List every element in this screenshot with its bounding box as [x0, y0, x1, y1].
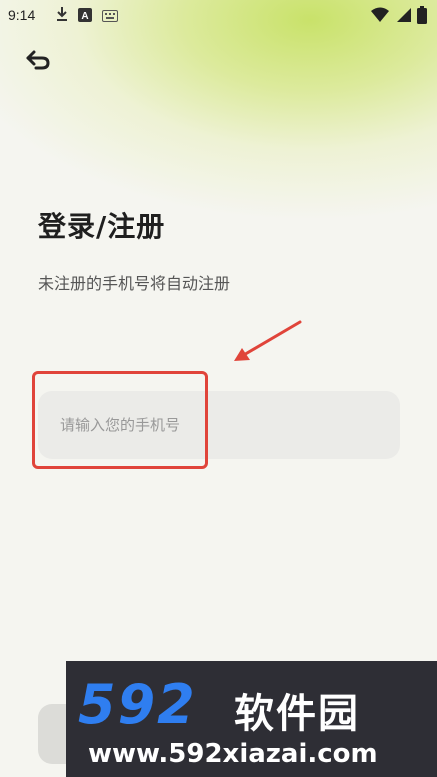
back-button[interactable]: [24, 50, 52, 74]
keyboard-icon: [102, 7, 118, 26]
svg-text:A: A: [81, 11, 88, 22]
watermark-number: 592: [78, 673, 197, 736]
watermark-site-name: 软件园: [234, 691, 360, 737]
status-icons-left: A: [56, 6, 118, 26]
back-arrow-icon: [24, 49, 52, 75]
header-gradient-background: [0, 0, 437, 300]
battery-icon: [417, 6, 427, 28]
status-bar: 9:14 A: [0, 0, 437, 32]
keyboard-badge-icon: A: [78, 7, 92, 26]
page-title: 登录/注册: [38, 210, 166, 243]
annotation-highlight-box: [32, 371, 208, 469]
watermark-url: www.592xiazai.com: [88, 739, 378, 769]
status-icons-right: [371, 6, 427, 28]
wifi-icon: [371, 7, 389, 27]
signal-icon: [395, 7, 411, 27]
watermark-logo: 592 软件园 www.592xiazai.com: [66, 661, 437, 777]
annotation-arrow: [228, 318, 308, 372]
download-icon: [56, 6, 68, 26]
status-time: 9:14: [8, 7, 36, 23]
auto-register-hint: 未注册的手机号将自动注册: [38, 274, 231, 293]
